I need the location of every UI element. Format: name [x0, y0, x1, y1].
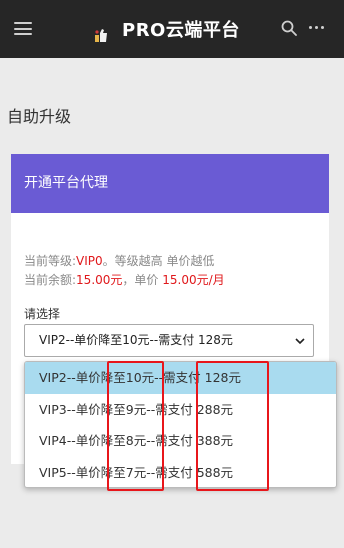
top-navbar: PRO云端平台 — [0, 0, 344, 58]
current-balance-prefix: 当前余额: — [24, 273, 77, 287]
current-level-value: VIP0 — [76, 254, 103, 268]
unit-price-label: ，单价 — [122, 273, 159, 287]
select-current-value: VIP2--单价降至10元--需支付 128元 — [39, 333, 233, 347]
current-level-suffix: 。等级越高 单价越低 — [102, 254, 215, 268]
page-title: 自助升级 — [7, 107, 72, 126]
select-label: 请选择 — [24, 307, 61, 321]
vip-level-select[interactable]: VIP2--单价降至10元--需支付 128元 — [24, 324, 314, 357]
dropdown-option-vip2[interactable]: VIP2--单价降至10元--需支付 128元 — [25, 362, 336, 394]
search-icon[interactable] — [281, 20, 297, 36]
hamburger-menu-icon[interactable] — [14, 22, 32, 35]
app-title: PRO云端平台 — [122, 20, 240, 41]
logo-icon — [95, 29, 107, 42]
dropdown-option-vip3[interactable]: VIP3--单价降至9元--需支付 288元 — [25, 394, 336, 426]
current-level-line: 当前等级:VIP0。等级越高 单价越低 — [24, 252, 215, 269]
card-title: 开通平台代理 — [11, 154, 329, 213]
current-balance-value: 15.00元 — [76, 273, 123, 287]
current-level-prefix: 当前等级: — [24, 254, 77, 268]
chevron-down-icon — [295, 338, 305, 345]
current-balance-line: 当前余额:15.00元，单价 15.00元/月 — [24, 271, 225, 288]
more-options-icon[interactable] — [309, 26, 324, 29]
dropdown-option-vip4[interactable]: VIP4--单价降至8元--需支付 388元 — [25, 425, 336, 457]
dropdown-option-vip5[interactable]: VIP5--单价降至7元--需支付 588元 — [25, 457, 336, 488]
unit-price-value: 15.00元/月 — [162, 273, 225, 287]
vip-options-dropdown: VIP2--单价降至10元--需支付 128元 VIP3--单价降至9元--需支… — [24, 361, 337, 488]
